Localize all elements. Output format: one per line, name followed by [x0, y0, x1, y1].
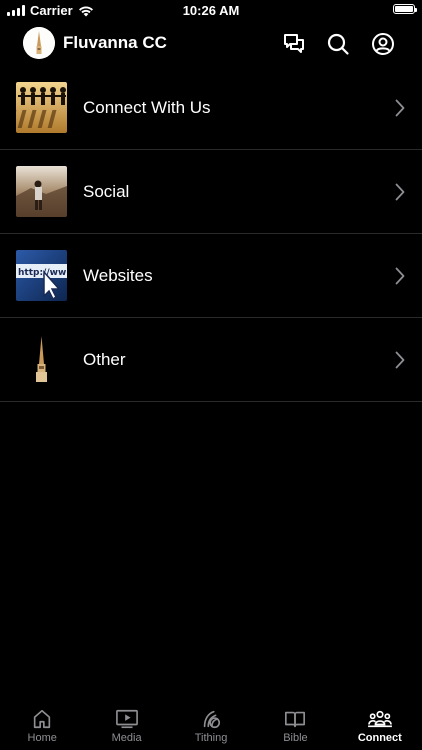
- profile-icon: [372, 33, 394, 55]
- chevron-right-icon: [395, 183, 405, 201]
- status-bar: Carrier 10:26 AM: [0, 0, 422, 22]
- church-logo[interactable]: [23, 27, 55, 59]
- tab-media[interactable]: Media: [84, 700, 168, 750]
- list-item-connect-with-us[interactable]: Connect With Us: [0, 66, 422, 150]
- list-item-label: Other: [83, 350, 126, 369]
- media-icon: [115, 709, 138, 729]
- battery-icon: [393, 4, 417, 14]
- steeple-logo-icon: [23, 27, 55, 59]
- chat-button[interactable]: [281, 31, 307, 57]
- app-title: Fluvanna CC: [63, 33, 167, 52]
- svg-text:http://ww: http://ww: [18, 268, 66, 278]
- status-right: [393, 4, 417, 14]
- status-time: 10:26 AM: [182, 3, 240, 18]
- list-item-websites[interactable]: http://ww Websites: [0, 234, 422, 318]
- chevron-right-icon: [395, 267, 405, 285]
- tab-home[interactable]: Home: [0, 700, 84, 750]
- chevron-right-icon: [395, 99, 405, 117]
- list-item-label: Social: [83, 182, 130, 201]
- steeple-image: [16, 334, 67, 385]
- tab-label: Home: [27, 732, 57, 744]
- person-landscape-image: [16, 166, 67, 217]
- bible-icon: [285, 711, 306, 728]
- app-header: Fluvanna CC: [0, 22, 422, 66]
- browser-cursor-image: http://ww: [16, 250, 67, 301]
- list-item-other[interactable]: Other: [0, 318, 422, 402]
- tab-connect[interactable]: Connect: [338, 700, 422, 750]
- search-icon: [327, 33, 349, 55]
- tab-label: Media: [111, 732, 142, 744]
- profile-button[interactable]: [370, 31, 396, 57]
- connect-icon: [367, 710, 392, 728]
- chevron-right-icon: [395, 351, 405, 369]
- tab-label: Bible: [283, 732, 308, 744]
- tab-tithing[interactable]: Tithing: [169, 700, 253, 750]
- list-item-social[interactable]: Social: [0, 150, 422, 234]
- connect-list: Connect With Us Social http://ww Website…: [0, 66, 422, 402]
- search-button[interactable]: [325, 31, 351, 57]
- tab-bar: Home Media Tithing Bible Connect: [0, 700, 422, 750]
- people-chain-image: [16, 82, 67, 133]
- tab-label: Connect: [357, 732, 402, 744]
- tab-bible[interactable]: Bible: [253, 700, 337, 750]
- list-item-label: Connect With Us: [83, 98, 211, 117]
- chat-icon: [284, 34, 304, 53]
- home-icon: [34, 709, 51, 729]
- tithing-icon: [203, 710, 221, 729]
- list-item-label: Websites: [83, 266, 153, 285]
- tab-label: Tithing: [194, 732, 228, 744]
